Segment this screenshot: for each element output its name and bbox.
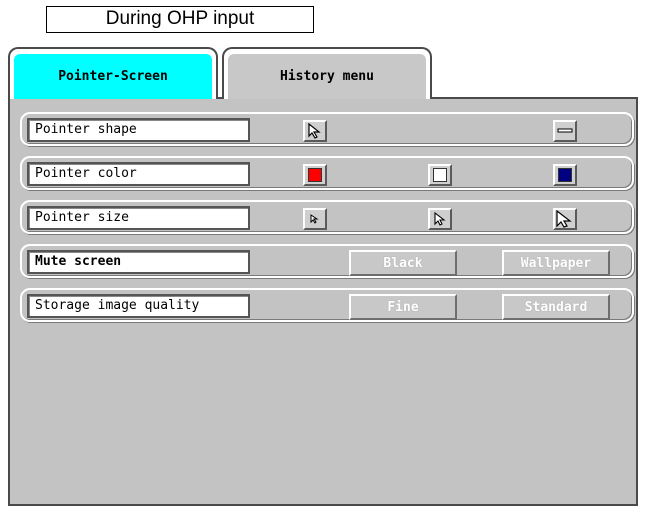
tab-history-menu[interactable]: History menu (222, 47, 432, 99)
caption-label: During OHP input (46, 6, 314, 33)
mute-wallpaper-button[interactable]: Wallpaper (502, 250, 610, 276)
large-arrow-icon (556, 210, 572, 228)
red-swatch (308, 168, 322, 182)
color-navy-button[interactable] (553, 164, 577, 186)
pointer-size-label: Pointer size (27, 206, 250, 230)
size-small-button[interactable] (303, 208, 327, 230)
mute-screen-label: Mute screen (27, 250, 250, 274)
row-storage-image-quality: Storage image quality Fine Standard (20, 288, 634, 322)
pointer-shape-label: Pointer shape (27, 118, 250, 142)
arrow-pointer-button[interactable] (303, 120, 327, 142)
row-pointer-size: Pointer size (20, 200, 634, 234)
tab-history-menu-label: History menu (280, 69, 374, 84)
arrow-pointer-icon (308, 123, 321, 139)
small-arrow-icon (310, 214, 319, 224)
quality-fine-button[interactable]: Fine (349, 294, 457, 320)
row-pointer-shape: Pointer shape (20, 112, 634, 146)
settings-panel: Pointer shape Pointer color Pointer size (8, 97, 638, 506)
color-white-button[interactable] (428, 164, 452, 186)
navy-swatch (558, 168, 572, 182)
size-large-button[interactable] (553, 208, 577, 230)
storage-image-quality-label: Storage image quality (27, 294, 250, 318)
bar-pointer-button[interactable] (553, 120, 577, 142)
size-medium-button[interactable] (428, 208, 452, 230)
bar-pointer-icon (557, 128, 573, 133)
white-swatch (433, 168, 447, 182)
row-mute-screen: Mute screen Black Wallpaper (20, 244, 634, 278)
color-red-button[interactable] (303, 164, 327, 186)
quality-standard-button[interactable]: Standard (502, 294, 610, 320)
tab-pointer-screen-label: Pointer-Screen (58, 69, 168, 84)
pointer-color-label: Pointer color (27, 162, 250, 186)
mute-black-button[interactable]: Black (349, 250, 457, 276)
row-pointer-color: Pointer color (20, 156, 634, 190)
tab-pointer-screen[interactable]: Pointer-Screen (8, 47, 218, 99)
medium-arrow-icon (434, 211, 446, 226)
